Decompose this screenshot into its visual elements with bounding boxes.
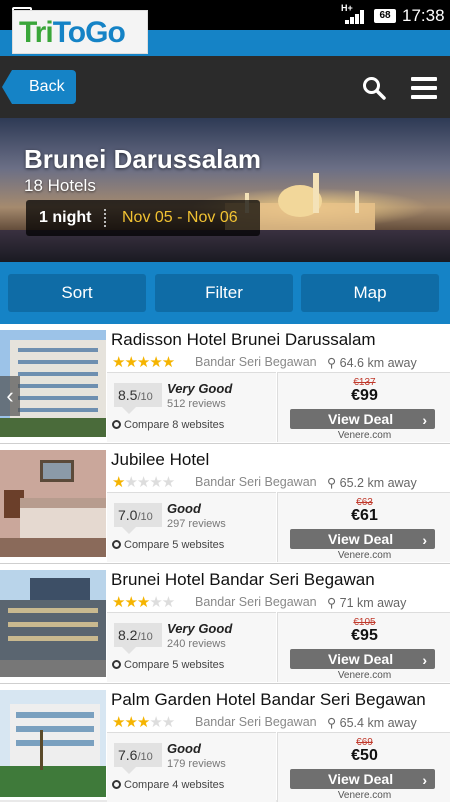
hotel-name[interactable]: Jubilee Hotel <box>111 450 209 470</box>
booking-site: Venere.com <box>337 430 392 441</box>
hotel-location: Bandar Seri Begawan <box>195 715 317 729</box>
view-deal-button[interactable]: View Deal › <box>290 769 435 789</box>
map-button[interactable]: Map <box>301 274 439 312</box>
price-panel: €63 €61 View Deal › Venere.com <box>277 492 450 562</box>
chevron-right-icon: › <box>422 532 427 548</box>
clock: 17:38 <box>402 6 445 25</box>
hotel-distance: ⚲ 71 km away <box>327 596 407 610</box>
hotel-count: 18 Hotels <box>24 176 96 195</box>
search-icon <box>112 780 121 789</box>
review-score: 8.2/10 <box>114 623 162 654</box>
photo-prev-arrow[interactable]: ‹ <box>0 376 20 416</box>
hotel-card[interactable]: Palm Garden Hotel Bandar Seri Begawan ★★… <box>0 684 450 802</box>
filter-button[interactable]: Filter <box>155 274 293 312</box>
hotel-name[interactable]: Radisson Hotel Brunei Darussalam <box>111 330 376 350</box>
hotel-card[interactable]: Jubilee Hotel ★★★★★ Bandar Seri Begawan … <box>0 444 450 564</box>
destination-hero: Brunei Darussalam 18 Hotels 1 night Nov … <box>0 118 450 262</box>
view-deal-button[interactable]: View Deal › <box>290 649 435 669</box>
price-panel: €69 €50 View Deal › Venere.com <box>277 732 450 802</box>
signal-icon <box>345 10 367 24</box>
star-rating: ★★★★★ <box>112 354 175 371</box>
hotel-location: Bandar Seri Begawan <box>195 355 317 369</box>
review-panel: 8.2/10 Very Good 240 reviews Compare 5 w… <box>107 612 276 682</box>
battery-icon: 68 <box>374 9 396 23</box>
hotel-photo[interactable] <box>0 690 106 797</box>
star-rating: ★★★★★ <box>112 594 175 611</box>
booking-site: Venere.com <box>337 670 392 681</box>
chevron-right-icon: › <box>422 652 427 668</box>
date-selector[interactable]: 1 night Nov 05 - Nov 06 <box>26 200 260 236</box>
pin-icon: ⚲ <box>327 716 340 730</box>
view-deal-button[interactable]: View Deal › <box>290 409 435 429</box>
chevron-right-icon: › <box>422 772 427 788</box>
hotel-photo[interactable] <box>0 450 106 557</box>
hotel-distance: ⚲ 64.6 km away <box>327 356 417 370</box>
review-count: 179 reviews <box>167 758 226 770</box>
search-icon[interactable] <box>362 76 386 100</box>
hotel-distance: ⚲ 65.2 km away <box>327 476 417 490</box>
rating-label: Good <box>167 741 201 756</box>
booking-site: Venere.com <box>337 550 392 561</box>
menu-icon[interactable] <box>411 77 437 99</box>
price-panel: €137 €99 View Deal › Venere.com <box>277 372 450 442</box>
chevron-right-icon: › <box>422 412 427 428</box>
review-score: 7.6/10 <box>114 743 162 774</box>
star-rating: ★★★★★ <box>112 474 175 491</box>
date-divider <box>104 209 106 227</box>
review-count: 512 reviews <box>167 398 226 410</box>
hotel-name[interactable]: Brunei Hotel Bandar Seri Begawan <box>111 570 375 590</box>
nights-label: 1 night <box>39 209 92 226</box>
review-panel: 7.0/10 Good 297 reviews Compare 5 websit… <box>107 492 276 562</box>
review-count: 297 reviews <box>167 518 226 530</box>
review-panel: 7.6/10 Good 179 reviews Compare 4 websit… <box>107 732 276 802</box>
hotel-name[interactable]: Palm Garden Hotel Bandar Seri Begawan <box>111 690 426 710</box>
rating-label: Very Good <box>167 381 233 396</box>
compare-link[interactable]: Compare 8 websites <box>112 419 224 431</box>
search-icon <box>112 660 121 669</box>
compare-link[interactable]: Compare 4 websites <box>112 779 224 791</box>
hotel-card[interactable]: ‹ Radisson Hotel Brunei Darussalam ★★★★★… <box>0 324 450 444</box>
hotel-location: Bandar Seri Begawan <box>195 595 317 609</box>
compare-link[interactable]: Compare 5 websites <box>112 659 224 671</box>
search-icon <box>112 420 121 429</box>
review-score: 7.0/10 <box>114 503 162 534</box>
view-deal-button[interactable]: View Deal › <box>290 529 435 549</box>
hotel-card[interactable]: Brunei Hotel Bandar Seri Begawan ★★★★★ B… <box>0 564 450 684</box>
back-button[interactable]: Back <box>2 70 76 104</box>
star-rating: ★★★★★ <box>112 714 175 731</box>
rating-label: Very Good <box>167 621 233 636</box>
hotel-location: Bandar Seri Begawan <box>195 475 317 489</box>
price: €99 <box>351 387 378 404</box>
hotel-distance: ⚲ 65.4 km away <box>327 716 417 730</box>
review-score: 8.5/10 <box>114 383 162 414</box>
review-panel: 8.5/10 Very Good 512 reviews Compare 8 w… <box>107 372 276 442</box>
nav-bar: Back <box>0 56 450 118</box>
price-panel: €105 €95 View Deal › Venere.com <box>277 612 450 682</box>
destination-title: Brunei Darussalam <box>24 144 261 174</box>
hotel-photo[interactable]: ‹ <box>0 330 106 437</box>
review-count: 240 reviews <box>167 638 226 650</box>
app-logo[interactable]: TriToGo <box>12 10 148 54</box>
sort-button[interactable]: Sort <box>8 274 146 312</box>
hotel-photo[interactable] <box>0 570 106 677</box>
results-toolbar: Sort Filter Map <box>0 262 450 324</box>
pin-icon: ⚲ <box>327 356 340 370</box>
price: €61 <box>351 507 378 524</box>
search-icon <box>112 540 121 549</box>
date-range: Nov 05 - Nov 06 <box>122 209 238 226</box>
compare-link[interactable]: Compare 5 websites <box>112 539 224 551</box>
price: €95 <box>351 627 378 644</box>
price: €50 <box>351 747 378 764</box>
rating-label: Good <box>167 501 201 516</box>
booking-site: Venere.com <box>337 790 392 801</box>
pin-icon: ⚲ <box>327 476 340 490</box>
pin-icon: ⚲ <box>327 596 340 610</box>
